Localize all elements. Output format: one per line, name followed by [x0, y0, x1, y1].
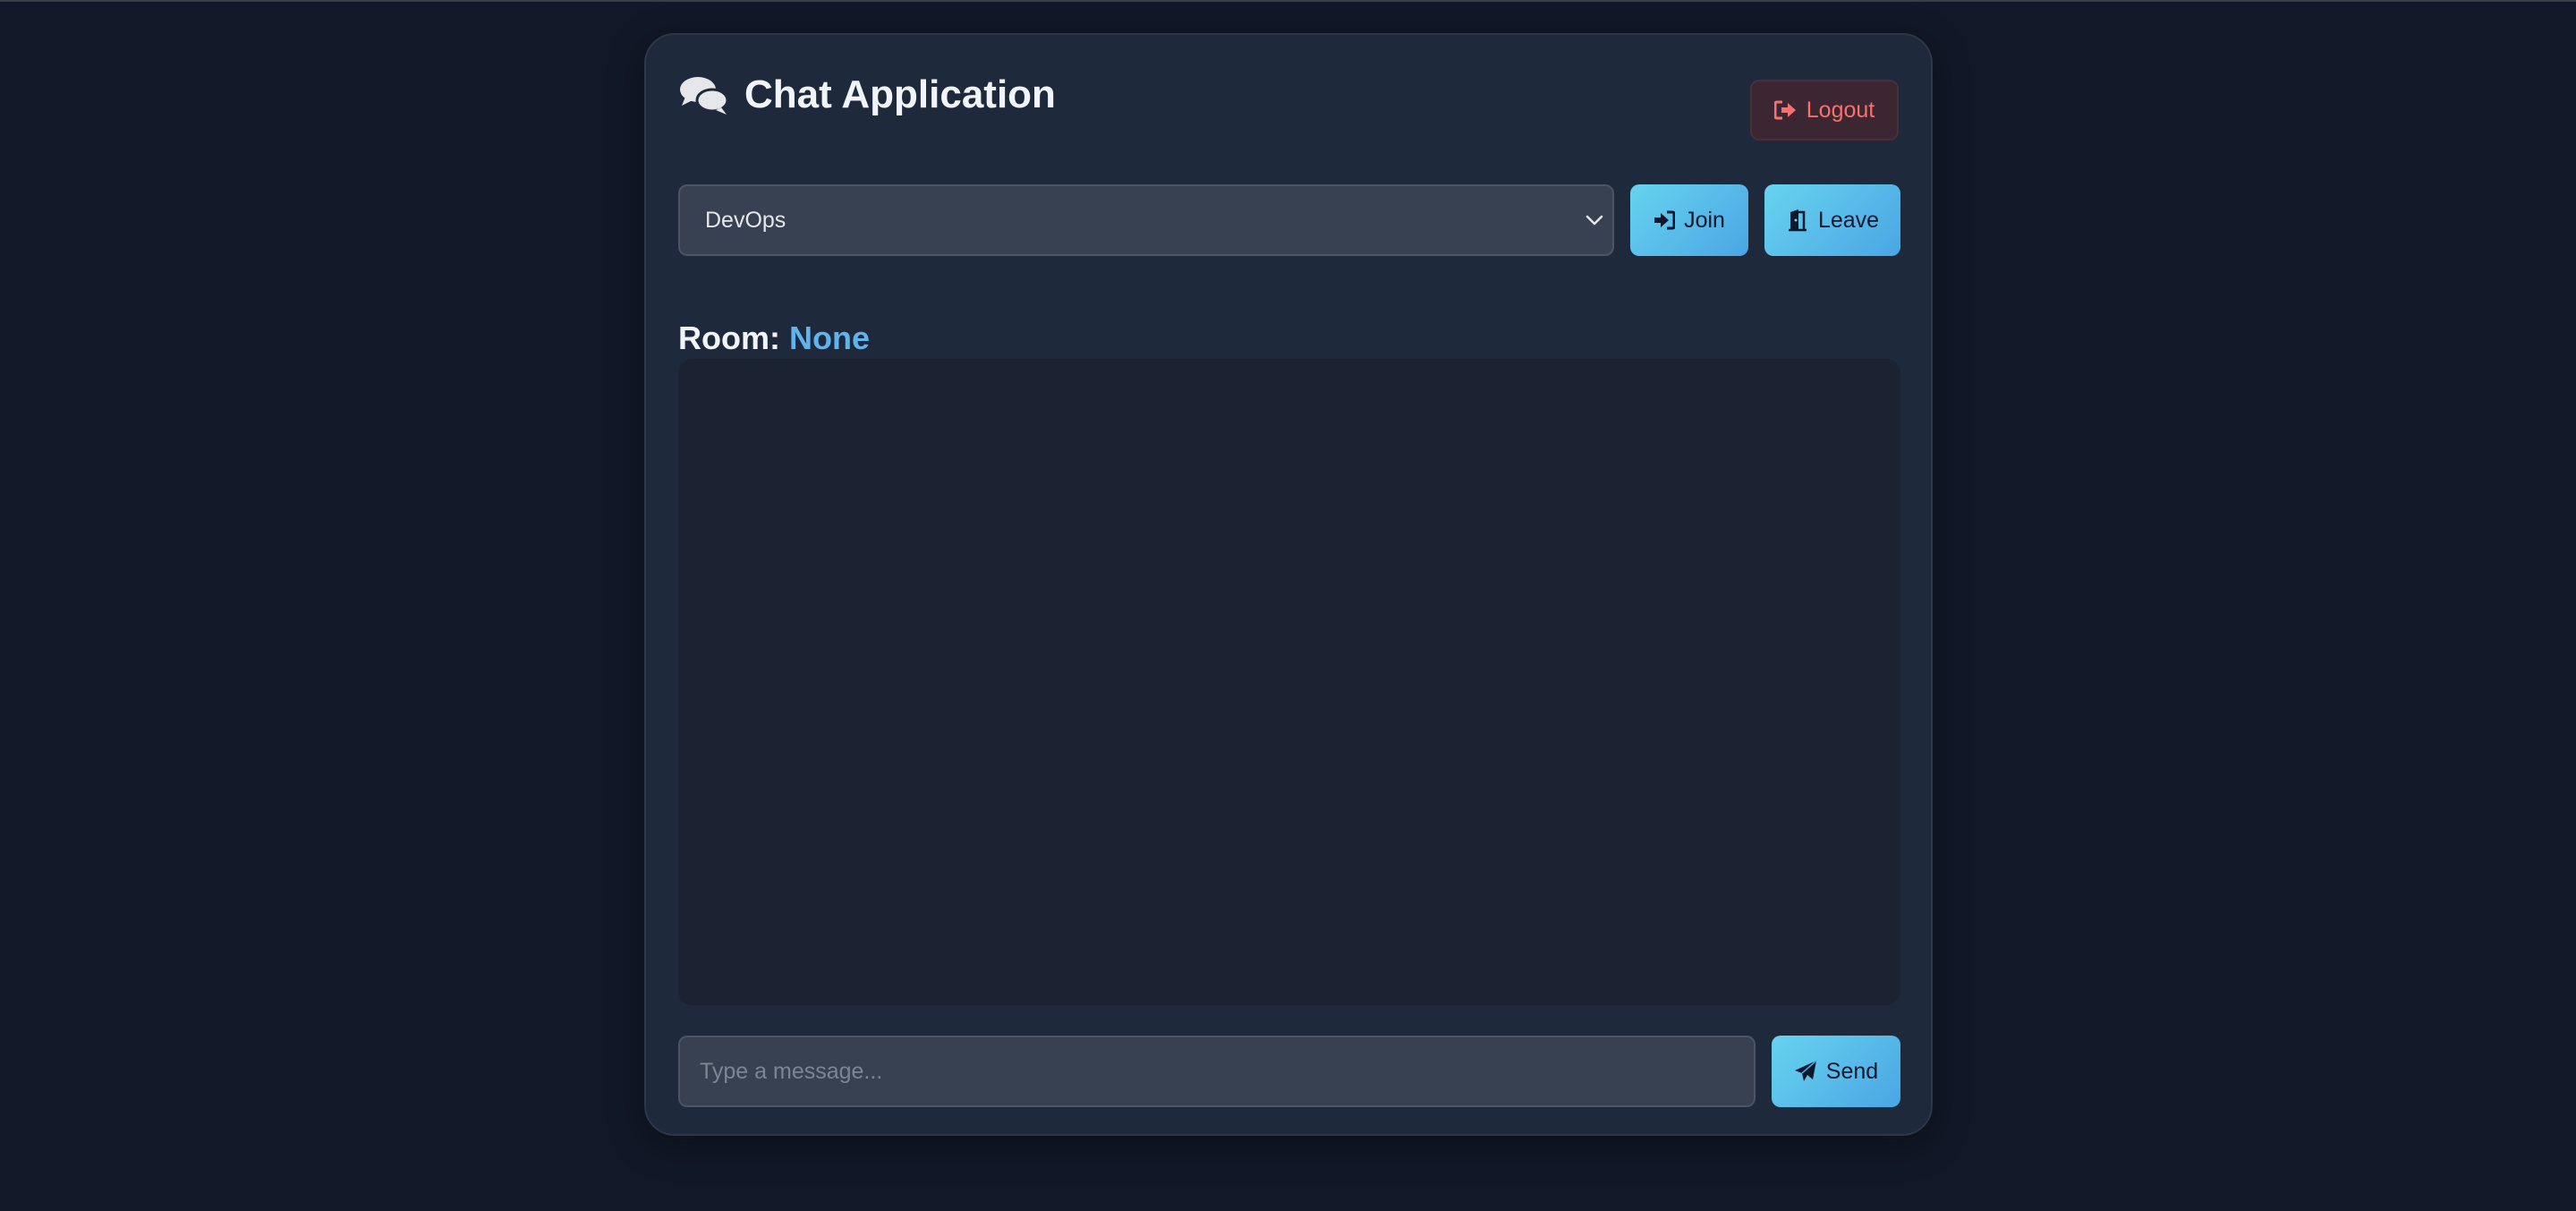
current-room: Room: None — [678, 320, 870, 357]
message-composer: Send — [678, 1036, 1900, 1107]
comments-icon — [678, 73, 730, 116]
window-top-border — [0, 0, 2576, 2]
room-select[interactable]: DevOps — [678, 184, 1614, 256]
message-list[interactable] — [678, 359, 1900, 1005]
room-controls: DevOps Join Leave — [678, 184, 1900, 256]
chevron-down-icon — [1584, 209, 1605, 231]
join-label: Join — [1684, 207, 1725, 233]
leave-button[interactable]: Leave — [1764, 184, 1900, 256]
logout-label: Logout — [1806, 97, 1875, 123]
app-title: Chat Application — [744, 72, 1056, 116]
message-input[interactable] — [678, 1036, 1756, 1107]
door-open-icon — [1786, 209, 1809, 232]
sign-in-icon — [1654, 210, 1676, 230]
paper-plane-icon — [1794, 1060, 1817, 1083]
send-label: Send — [1825, 1058, 1879, 1084]
app-header: Chat Application — [678, 72, 1056, 117]
chat-card: Chat Application Logout DevOps Join Leav… — [644, 33, 1933, 1136]
sign-out-icon — [1773, 100, 1798, 120]
room-label: Room: — [678, 320, 780, 356]
logout-button[interactable]: Logout — [1750, 80, 1899, 141]
room-value: None — [789, 320, 870, 356]
join-button[interactable]: Join — [1630, 184, 1748, 256]
send-button[interactable]: Send — [1772, 1036, 1900, 1107]
leave-label: Leave — [1817, 207, 1880, 233]
room-select-value: DevOps — [705, 207, 786, 233]
